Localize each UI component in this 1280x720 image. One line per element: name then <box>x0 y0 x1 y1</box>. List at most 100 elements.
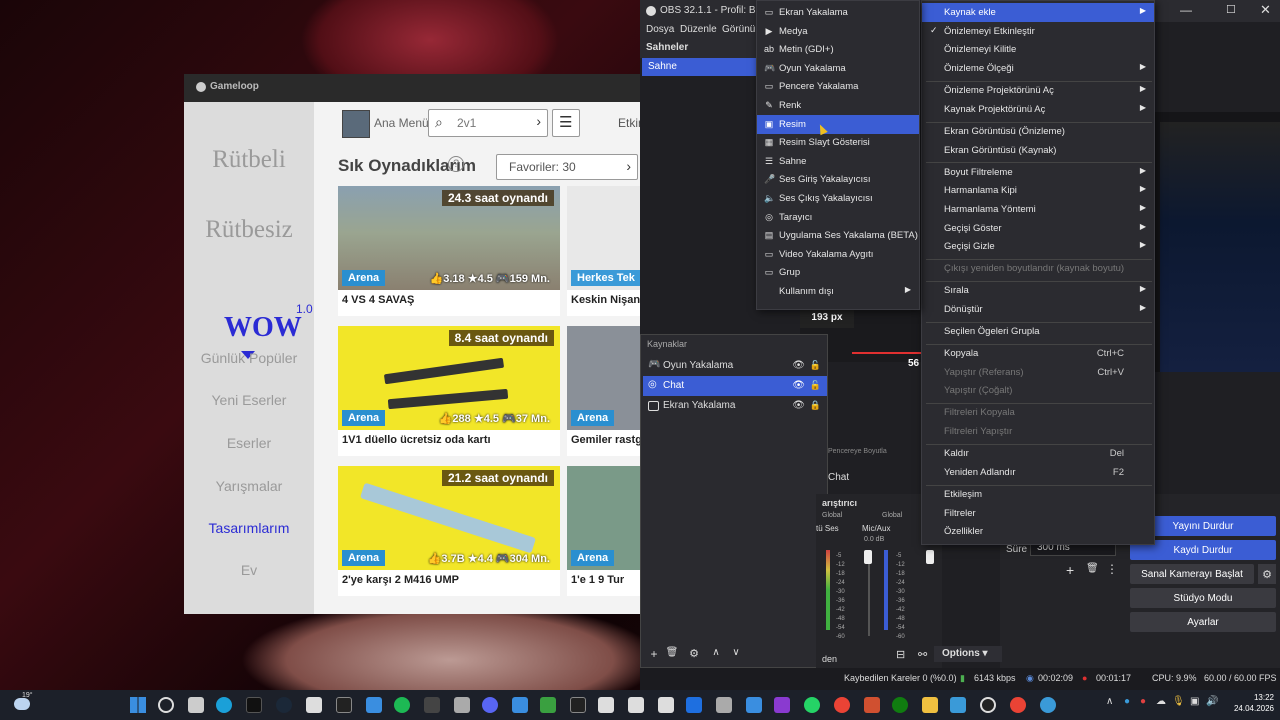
chevron-up-icon[interactable]: ∧ <box>1106 696 1113 707</box>
menu-item[interactable]: Kaynak Projektörünü Aç ▶ <box>922 100 1154 119</box>
spotify-icon[interactable] <box>394 697 410 713</box>
app-icon[interactable] <box>950 697 966 713</box>
menu-item[interactable]: Önizleme Projektörünü Aç ▶ <box>922 81 1154 100</box>
menu-item[interactable]: ▤ Uygulama Ses Yakalama (BETA) <box>757 226 919 245</box>
menu-dosya[interactable]: Dosya <box>646 24 674 35</box>
volume-knob[interactable] <box>926 550 934 564</box>
menu-item[interactable]: Kaynak ekle ▶ <box>922 3 1154 22</box>
grid-icon[interactable]: ⊟ <box>896 648 905 661</box>
maximize-icon[interactable]: ☐ <box>1226 3 1236 16</box>
close-icon[interactable]: ✕ <box>1260 2 1271 18</box>
app-icon[interactable] <box>512 697 528 713</box>
game-card[interactable]: Herkes Tek Keskin Nişancı l <box>567 186 640 316</box>
app-icon[interactable] <box>454 697 470 713</box>
epic-games-icon[interactable] <box>336 697 352 713</box>
favorites-box[interactable]: Favoriler: 30 › <box>496 154 638 180</box>
obs-icon[interactable] <box>980 697 996 713</box>
menu-item[interactable]: ▭ Grup <box>757 263 919 282</box>
menu-item[interactable]: Yeniden Adlandır F2 <box>922 463 1154 482</box>
avatar[interactable] <box>342 110 370 138</box>
clock-date[interactable]: 24.04.2026 <box>1218 704 1274 713</box>
menu-item[interactable]: ▭ Video Yakalama Aygıtı <box>757 245 919 264</box>
settings-button[interactable]: Ayarlar <box>1130 612 1276 632</box>
chrome-icon[interactable] <box>834 697 850 713</box>
menu-item[interactable]: 🎮 Oyun Yakalama <box>757 59 919 78</box>
game-card[interactable]: 8.4 saat oynandı Arena 👍288 ★4.5 🎮37 Mn.… <box>338 326 560 456</box>
menu-item[interactable]: Boyut Filtreleme ▶ <box>922 163 1154 182</box>
app-icon[interactable] <box>774 697 790 713</box>
whatsapp-icon[interactable] <box>804 697 820 713</box>
chevron-up-icon[interactable]: ∧ <box>707 647 725 658</box>
menu-button[interactable]: ☰ <box>552 109 580 137</box>
help-icon[interactable]: ? <box>448 156 464 172</box>
volume-icon[interactable]: 🔊 <box>1206 696 1218 707</box>
studio-mode-button[interactable]: Stüdyo Modu <box>1130 588 1276 608</box>
virtual-camera-button[interactable]: Sanal Kamerayı Başlat <box>1130 564 1254 584</box>
menu-item[interactable]: Ekran Görüntüsü (Kaynak) <box>922 141 1154 160</box>
nav-eserler[interactable]: Eserler <box>184 435 314 451</box>
game-card[interactable]: Arena Gemiler rastgele <box>567 326 640 456</box>
menu-item[interactable]: ▦ Resim Slayt Gösterisi <box>757 133 919 152</box>
menu-item[interactable]: 🔈 Ses Çıkış Yakalayıcısı <box>757 189 919 208</box>
scene-item[interactable]: Sahne <box>642 58 758 76</box>
app-icon[interactable] <box>598 697 614 713</box>
trash-icon[interactable]: 🗑 <box>1086 563 1099 574</box>
menu-item[interactable]: ▭ Ekran Yakalama <box>757 3 919 22</box>
menu-item[interactable]: Kopyala Ctrl+C <box>922 344 1154 363</box>
add-icon[interactable]: + <box>1066 562 1074 578</box>
volume-knob[interactable] <box>864 550 872 564</box>
steam-icon[interactable] <box>276 697 292 713</box>
chevron-down-icon[interactable]: ∨ <box>727 647 745 658</box>
menu-duzenle[interactable]: Düzenle <box>680 24 717 35</box>
menu-item[interactable]: ▣ Resim <box>757 114 919 134</box>
menu-item[interactable]: Filtreler <box>922 504 1154 523</box>
terminal-icon[interactable] <box>570 697 586 713</box>
task-view-icon[interactable] <box>188 697 204 713</box>
game-card[interactable]: Arena 1'e 1 9 Tur <box>567 466 640 596</box>
source-item[interactable]: Ekran Yakalama 👁 🔒 <box>643 396 827 416</box>
menu-item[interactable]: Kaldır Del <box>922 444 1154 463</box>
app-icon[interactable] <box>628 697 644 713</box>
menu-item[interactable]: Önizleme Ölçeği ▶ <box>922 59 1154 78</box>
eye-icon[interactable]: 👁 <box>792 360 805 371</box>
file-explorer-icon[interactable] <box>922 697 938 713</box>
options-button[interactable]: Options ▾ <box>934 646 1002 662</box>
menu-item[interactable]: Etkileşim <box>922 485 1154 504</box>
app-icon[interactable] <box>540 697 556 713</box>
app-icon[interactable] <box>366 697 382 713</box>
menu-item[interactable]: Geçişi Gizle ▶ <box>922 237 1154 256</box>
lock-icon[interactable]: 🔓 <box>810 380 821 391</box>
menu-item[interactable]: Geçişi Göster ▶ <box>922 219 1154 238</box>
eye-icon[interactable]: 👁 <box>792 380 805 391</box>
app-icon[interactable] <box>716 697 732 713</box>
menu-item[interactable]: Seçilen Ögeleri Grupla <box>922 322 1154 341</box>
menu-item[interactable]: Ekran Görüntüsü (Önizleme) <box>922 122 1154 141</box>
menu-item[interactable]: Kullanım dışı ▶ <box>757 282 919 301</box>
defender-icon[interactable] <box>686 697 702 713</box>
cloud-icon[interactable]: ☁ <box>1156 696 1166 707</box>
network-icon[interactable]: ▣ <box>1190 696 1199 707</box>
more-icon[interactable]: ⋮ <box>1106 562 1118 576</box>
menu-item[interactable]: Harmanlama Kipi ▶ <box>922 181 1154 200</box>
nav-yeni-eserler[interactable]: Yeni Eserler <box>184 392 314 408</box>
menu-item[interactable]: Önizlemeyi Kilitle <box>922 40 1154 59</box>
add-icon[interactable]: + <box>645 647 663 661</box>
menu-item[interactable]: ab Metin (GDI+) <box>757 40 919 59</box>
game-card[interactable]: 24.3 saat oynandı Arena 👍3.18 ★4.5 🎮159 … <box>338 186 560 316</box>
menu-item[interactable]: Özellikler <box>922 522 1154 541</box>
clock-time[interactable]: 13:22 <box>1228 693 1274 702</box>
menu-item[interactable]: Harmanlama Yöntemi ▶ <box>922 200 1154 219</box>
discord-icon[interactable] <box>482 697 498 713</box>
edge-icon[interactable] <box>216 697 232 713</box>
nav-ev[interactable]: Ev <box>184 562 314 578</box>
game-card[interactable]: 21.2 saat oynandı Arena 👍3.7B ★4.4 🎮304 … <box>338 466 560 596</box>
menu-item[interactable]: ✎ Renk <box>757 96 919 115</box>
menu-item[interactable]: Sırala ▶ <box>922 281 1154 300</box>
header-etkin[interactable]: Etkin <box>618 116 640 130</box>
gear-icon[interactable]: ⚙ <box>1258 564 1276 584</box>
weather-icon[interactable] <box>14 698 30 710</box>
nav-gunluk-populer[interactable]: Günlük Popüler <box>184 350 314 366</box>
lock-icon[interactable]: 🔓 <box>810 360 821 371</box>
menu-item[interactable]: ▭ Pencere Yakalama <box>757 77 919 96</box>
menu-item[interactable]: 🎤 Ses Giriş Yakalayıcısı <box>757 170 919 189</box>
